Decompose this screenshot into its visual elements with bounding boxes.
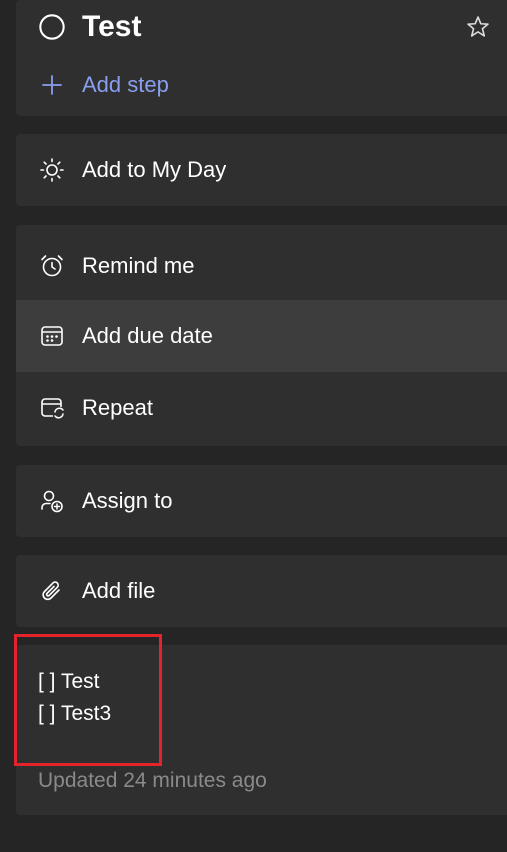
add-file-button[interactable]: Add file bbox=[16, 555, 507, 627]
annotation-highlight-box bbox=[14, 634, 162, 766]
task-title[interactable]: Test bbox=[82, 10, 141, 44]
calendar-icon bbox=[38, 322, 66, 350]
task-title-row[interactable]: Test bbox=[16, 6, 507, 48]
person-add-icon bbox=[38, 487, 66, 515]
add-step-label: Add step bbox=[82, 72, 169, 97]
repeat-button[interactable]: Repeat bbox=[16, 372, 507, 444]
complete-circle-icon[interactable] bbox=[38, 13, 66, 41]
schedule-card: Remind me Add due date Repeat bbox=[16, 225, 507, 446]
task-title-card: Test Add step bbox=[16, 0, 507, 116]
add-file-label: Add file bbox=[82, 578, 156, 603]
assign-to-button[interactable]: Assign to bbox=[16, 465, 507, 537]
sun-icon bbox=[38, 156, 66, 184]
file-card: Add file bbox=[16, 555, 507, 627]
plus-icon bbox=[38, 71, 66, 99]
my-day-card: Add to My Day bbox=[16, 134, 507, 206]
add-to-my-day-button[interactable]: Add to My Day bbox=[16, 134, 507, 206]
alarm-clock-icon bbox=[38, 252, 66, 280]
remind-me-label: Remind me bbox=[82, 253, 195, 278]
add-due-date-label: Add due date bbox=[82, 323, 213, 348]
assign-to-label: Assign to bbox=[82, 488, 173, 513]
paperclip-icon bbox=[38, 577, 66, 605]
importance-star-icon[interactable] bbox=[463, 12, 493, 42]
repeat-label: Repeat bbox=[82, 395, 153, 420]
task-details-pane: Test Add step Add to My Day Remind me Ad… bbox=[0, 0, 507, 852]
calendar-repeat-icon bbox=[38, 394, 66, 422]
add-due-date-button[interactable]: Add due date bbox=[16, 300, 507, 372]
add-step-button[interactable]: Add step bbox=[16, 64, 507, 106]
add-to-my-day-label: Add to My Day bbox=[82, 157, 227, 182]
updated-timestamp: Updated 24 minutes ago bbox=[38, 769, 267, 792]
remind-me-button[interactable]: Remind me bbox=[16, 230, 507, 302]
assign-card: Assign to bbox=[16, 465, 507, 537]
